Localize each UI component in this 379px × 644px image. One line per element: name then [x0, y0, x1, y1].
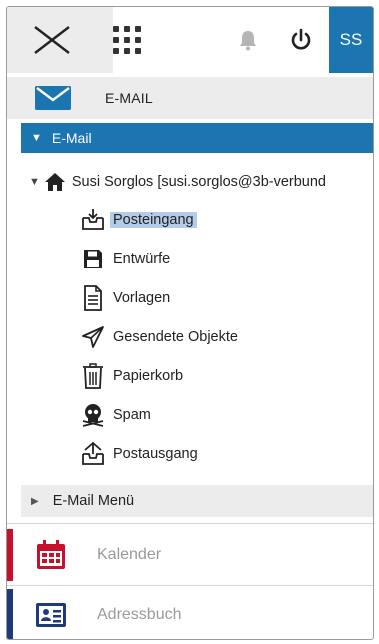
module-color-stripe: [7, 529, 13, 581]
folder-posteingang[interactable]: Posteingang: [79, 205, 197, 235]
folder-label: Postausgang: [113, 446, 198, 462]
bell-icon: [240, 31, 256, 51]
section-email[interactable]: ▼ E-Mail: [21, 123, 373, 153]
document-icon: [79, 284, 107, 312]
folder-label: Spam: [113, 407, 151, 423]
close-button[interactable]: [7, 7, 97, 73]
folder-postausgang[interactable]: Postausgang: [79, 439, 198, 469]
folder-papierkorb[interactable]: Papierkorb: [79, 361, 183, 391]
app-frame: SS E-MAIL ▼ E-Mail ▼ Susi Sorglos [susi.…: [6, 6, 374, 640]
folder-label: Entwürfe: [113, 251, 171, 267]
folder-gesendete-objekte[interactable]: Gesendete Objekte: [79, 322, 238, 352]
user-initials: SS: [339, 30, 363, 49]
outbox-icon: [79, 440, 107, 468]
folder-label: Vorlagen: [113, 290, 171, 306]
divider: [7, 585, 373, 586]
folder-entwuerfe[interactable]: Entwürfe: [79, 244, 170, 274]
contact-card-icon: [36, 603, 66, 627]
account-row[interactable]: ▼ Susi Sorglos [susi.sorglos@3b-verbund: [21, 167, 373, 197]
logout-button[interactable]: [273, 7, 329, 73]
account-label: Susi Sorglos [susi.sorglos@3b-verbund: [71, 174, 326, 190]
module-header-label: E-MAIL: [105, 90, 153, 106]
folder-label: Papierkorb: [113, 368, 184, 384]
envelope-icon: [35, 86, 71, 110]
user-avatar-button[interactable]: SS: [329, 7, 373, 73]
paper-plane-icon: [79, 323, 107, 351]
email-menu-toggle[interactable]: ▶ E-Mail Menü: [21, 485, 373, 517]
floppy-disk-icon: [79, 245, 107, 273]
skull-icon: [79, 401, 107, 429]
collapsed-triangle-icon: ▶: [31, 495, 39, 507]
close-icon: [34, 26, 70, 54]
expanded-triangle-icon: ▼: [29, 176, 40, 188]
folder-label: Posteingang: [110, 212, 197, 228]
section-label: E-Mail: [51, 130, 92, 146]
notifications-button[interactable]: [223, 7, 273, 73]
divider: [7, 523, 373, 524]
home-icon: [44, 173, 65, 191]
module-adressbuch[interactable]: Adressbuch: [7, 589, 373, 639]
folder-label: Gesendete Objekte: [113, 329, 238, 345]
top-bar: SS: [7, 7, 373, 73]
apps-grid-icon: [113, 26, 141, 54]
email-menu-label: E-Mail Menü: [52, 493, 135, 509]
power-icon: [291, 28, 311, 50]
module-header-email[interactable]: E-MAIL: [7, 77, 373, 119]
inbox-icon: [79, 206, 107, 234]
calendar-icon: [37, 540, 65, 569]
module-label: Adressbuch: [97, 606, 182, 623]
module-kalender[interactable]: Kalender: [7, 529, 373, 581]
module-color-stripe: [7, 589, 13, 639]
folder-vorlagen[interactable]: Vorlagen: [79, 283, 170, 313]
folder-spam[interactable]: Spam: [79, 400, 151, 430]
trash-icon: [79, 362, 107, 390]
expanded-triangle-icon: ▼: [31, 132, 42, 144]
module-label: Kalender: [97, 546, 162, 563]
apps-button[interactable]: [97, 7, 157, 73]
